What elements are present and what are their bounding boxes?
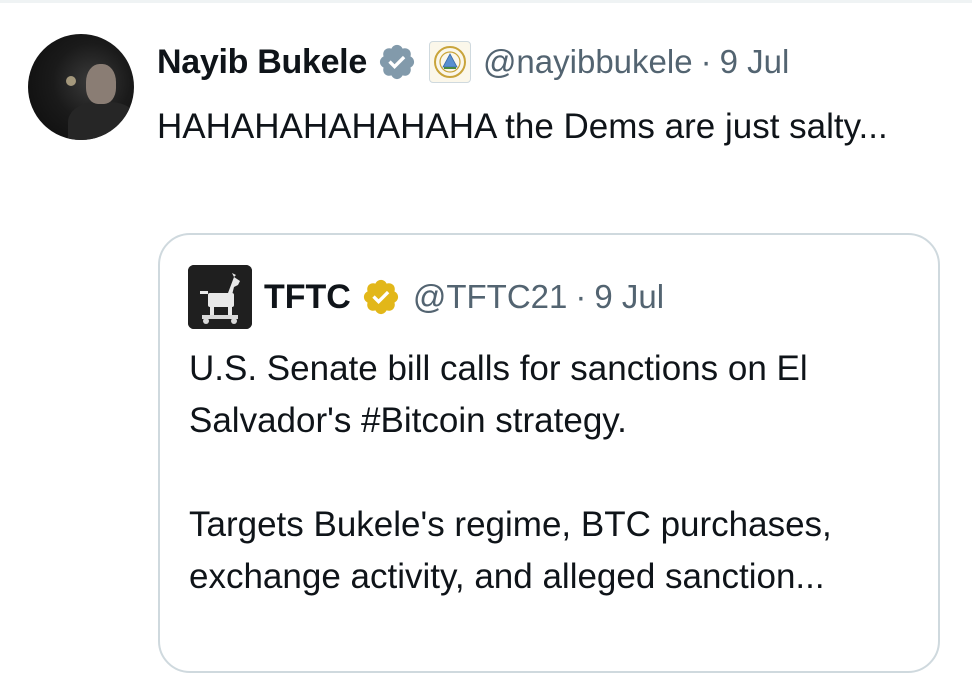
gold-verified-badge-icon xyxy=(363,279,398,315)
quoted-tweet-text: U.S. Senate bill calls for sanctions on … xyxy=(189,343,929,603)
quoted-separator-dot: · xyxy=(575,278,587,315)
quoted-tweet-date[interactable]: 9 Jul xyxy=(594,278,664,316)
quoted-tweet-header: TFTC @TFTC21 · 9 Jul xyxy=(264,273,664,321)
author-handle[interactable]: @nayibbukele xyxy=(483,43,693,81)
trojan-horse-icon xyxy=(188,265,252,329)
tweet-text: HAHAHAHAHAHAHA the Dems are just salty..… xyxy=(157,107,888,146)
verified-badge-icon xyxy=(379,44,415,80)
quoted-author-avatar[interactable] xyxy=(188,265,252,329)
tweet-date[interactable]: 9 Jul xyxy=(720,43,790,81)
tweet[interactable]: Nayib Bukele @nayibbukele · 9 Jul HAHAHA… xyxy=(0,0,972,673)
quoted-author-handle[interactable]: @TFTC21 xyxy=(413,278,568,316)
separator-dot: · xyxy=(700,43,712,80)
quoted-tweet[interactable]: TFTC @TFTC21 · 9 Jul U.S. Senate bill ca… xyxy=(158,233,940,673)
el-salvador-seal-icon[interactable] xyxy=(428,41,471,83)
tweet-header: Nayib Bukele @nayibbukele · 9 Jul xyxy=(157,38,789,86)
quoted-author-name[interactable]: TFTC xyxy=(264,278,351,317)
quoted-paragraph-1: U.S. Senate bill calls for sanctions on … xyxy=(189,349,808,440)
author-avatar[interactable] xyxy=(28,34,134,140)
quoted-paragraph-2: Targets Bukele's regime, BTC purchases, … xyxy=(189,505,832,596)
author-name[interactable]: Nayib Bukele xyxy=(157,43,367,82)
